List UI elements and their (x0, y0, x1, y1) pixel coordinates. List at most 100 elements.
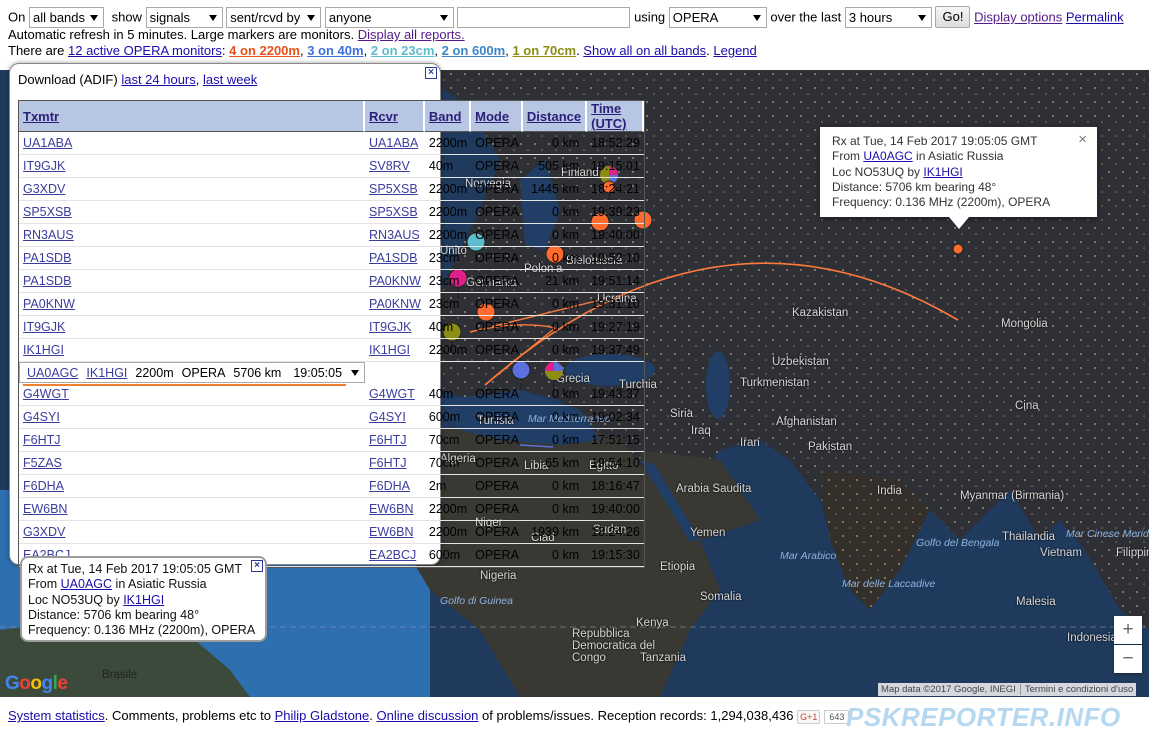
band-link-70cm[interactable]: 1 on 70cm (512, 43, 576, 58)
panel-close-icon[interactable]: × (425, 67, 437, 79)
mode-select[interactable]: OPERA (668, 6, 767, 28)
callsign-input[interactable] (457, 6, 631, 28)
rcvr-link[interactable]: SP5XSB (369, 205, 418, 219)
table-cell: 2200m (131, 363, 178, 386)
txmtr-link[interactable]: F5ZAS (23, 456, 62, 470)
show-all-link[interactable]: Show all on all bands (583, 43, 706, 58)
col-distance[interactable]: Distance (527, 109, 581, 124)
band-select[interactable]: all bands (28, 6, 104, 28)
distance-cell: 505 km (538, 159, 580, 173)
rcvr-link[interactable]: EW6BN (369, 502, 413, 516)
bubble-close-icon[interactable]: × (1078, 132, 1087, 148)
rcvr-link[interactable]: G4SYI (369, 410, 406, 424)
table-cell: OPERA (471, 316, 523, 339)
txmtr-link[interactable]: F6HTJ (23, 433, 61, 447)
txmtr-link[interactable]: G3XDV (23, 182, 65, 196)
permalink-link[interactable]: Permalink (1066, 10, 1124, 25)
rcvr-link[interactable]: EA2BCJ (369, 548, 416, 562)
col-band[interactable]: Band (429, 109, 462, 124)
time-cell: 19:40:00 (591, 228, 640, 242)
download-24h-link[interactable]: last 24 hours (121, 72, 195, 87)
monitors-link[interactable]: 12 active OPERA monitors (68, 43, 222, 58)
rcvr-link[interactable]: IK1HGI (86, 366, 127, 380)
rcvr-link[interactable]: G4WGT (369, 387, 415, 401)
table-cell: 0 km (522, 316, 588, 339)
band-link-23cm[interactable]: 2 on 23cm (371, 43, 435, 58)
txmtr-link[interactable]: F6DHA (23, 479, 64, 493)
marker-asiatic-russia[interactable] (952, 243, 964, 261)
terms-link[interactable]: Termini e condizioni d'uso (1019, 684, 1134, 695)
direction-select[interactable]: sent/rcvd by (226, 6, 322, 28)
rcvr-link[interactable]: F6HTJ (369, 433, 407, 447)
table-cell: EW6BN (19, 498, 366, 521)
table-cell: 2200m (424, 132, 472, 155)
who-select[interactable]: anyone (324, 6, 454, 28)
txmtr-link[interactable]: IK1HGI (23, 343, 64, 357)
detail-from-suffix: in Asiatic Russia (115, 577, 207, 592)
detail-close-icon[interactable]: × (251, 560, 263, 572)
table-cell: 19:51:14 (587, 270, 644, 293)
rcvr-link[interactable]: PA0KNW (369, 274, 421, 288)
txmtr-link[interactable]: SP5XSB (23, 205, 72, 219)
txmtr-link[interactable]: IT9GJK (23, 320, 65, 334)
txmtr-link[interactable]: G3XDV (23, 525, 65, 539)
col-time[interactable]: Time (UTC) (591, 101, 626, 131)
rcvr-link[interactable]: PA0KNW (369, 297, 421, 311)
zoom-out-button[interactable]: − (1114, 645, 1142, 673)
author-link[interactable]: Philip Gladstone (275, 708, 370, 723)
rcvr-link[interactable]: F6DHA (369, 479, 410, 493)
table-cell: IT9GJK (19, 155, 366, 178)
band-link-40m[interactable]: 3 on 40m (307, 43, 363, 58)
table-cell: F6HTJ (19, 429, 366, 452)
txmtr-link[interactable]: EW6BN (23, 502, 67, 516)
band-link-2200m[interactable]: 4 on 2200m (229, 43, 300, 58)
legend-link[interactable]: Legend (713, 43, 756, 58)
distance-cell: 0 km (552, 479, 580, 493)
rcvr-link[interactable]: UA1ABA (369, 136, 418, 150)
col-mode[interactable]: Mode (475, 109, 509, 124)
display-all-link[interactable]: Display all reports. (358, 27, 465, 42)
txmtr-link[interactable]: IT9GJK (23, 159, 65, 173)
txmtr-link[interactable]: UA1ABA (23, 136, 72, 150)
band-link-600m[interactable]: 2 on 600m (442, 43, 506, 58)
table-cell: OPERA (471, 201, 523, 224)
table-body: UA1ABA UA1ABA 2200m OPERA 0 km 18:52:29 IT9GJK… (19, 132, 644, 567)
txmtr-link[interactable]: G4WGT (23, 387, 69, 401)
txmtr-link[interactable]: UA0AGC (27, 366, 78, 380)
detail-from-call-link[interactable]: UA0AGC (61, 577, 112, 591)
rcvr-link[interactable]: IT9GJK (369, 320, 411, 334)
rcvr-link[interactable]: IK1HGI (369, 343, 410, 357)
zoom-in-button[interactable]: + (1114, 616, 1142, 644)
table-cell: 0 km (522, 247, 588, 270)
txmtr-link[interactable]: PA1SDB (23, 251, 71, 265)
col-txmtr[interactable]: Txmtr (23, 109, 59, 124)
col-rcvr[interactable]: Rcvr (369, 109, 398, 124)
txmtr-link[interactable]: G4SYI (23, 410, 60, 424)
txmtr-link[interactable]: PA0KNW (23, 297, 75, 311)
gplus-button[interactable]: G+1 (797, 709, 821, 724)
txmtr-link[interactable]: PA1SDB (23, 274, 71, 288)
rcvr-link[interactable]: F6HTJ (369, 456, 407, 470)
rcvr-link[interactable]: EW6BN (369, 525, 413, 539)
table-cell: OPERA (471, 544, 523, 567)
rcvr-link[interactable]: PA1SDB (369, 251, 417, 265)
bubble-loc-call-link[interactable]: IK1HGI (923, 165, 962, 179)
txmtr-link[interactable]: RN3AUS (23, 228, 74, 242)
discussion-link[interactable]: Online discussion (377, 708, 479, 723)
period-select[interactable]: 3 hours (844, 6, 932, 28)
table-cell: 23cm (424, 293, 472, 316)
table-cell: OPERA (471, 293, 523, 316)
display-options-link[interactable]: Display options (974, 10, 1062, 25)
what-select[interactable]: signals (145, 6, 223, 28)
system-stats-link[interactable]: System statistics (8, 708, 105, 723)
download-week-link[interactable]: last week (203, 72, 257, 87)
rcvr-link[interactable]: RN3AUS (369, 228, 420, 242)
go-button[interactable]: Go! (935, 6, 971, 28)
table-cell: 19:02:34 (587, 406, 644, 429)
rcvr-link[interactable]: SV8RV (369, 159, 410, 173)
bubble-from-call-link[interactable]: UA0AGC (863, 149, 912, 163)
table-cell: 19:52:10 (587, 247, 644, 270)
detail-rx-line: Rx at Tue, 14 Feb 2017 19:05:05 GMT (28, 562, 243, 576)
detail-loc-call-link[interactable]: IK1HGI (123, 593, 164, 607)
rcvr-link[interactable]: SP5XSB (369, 182, 418, 196)
